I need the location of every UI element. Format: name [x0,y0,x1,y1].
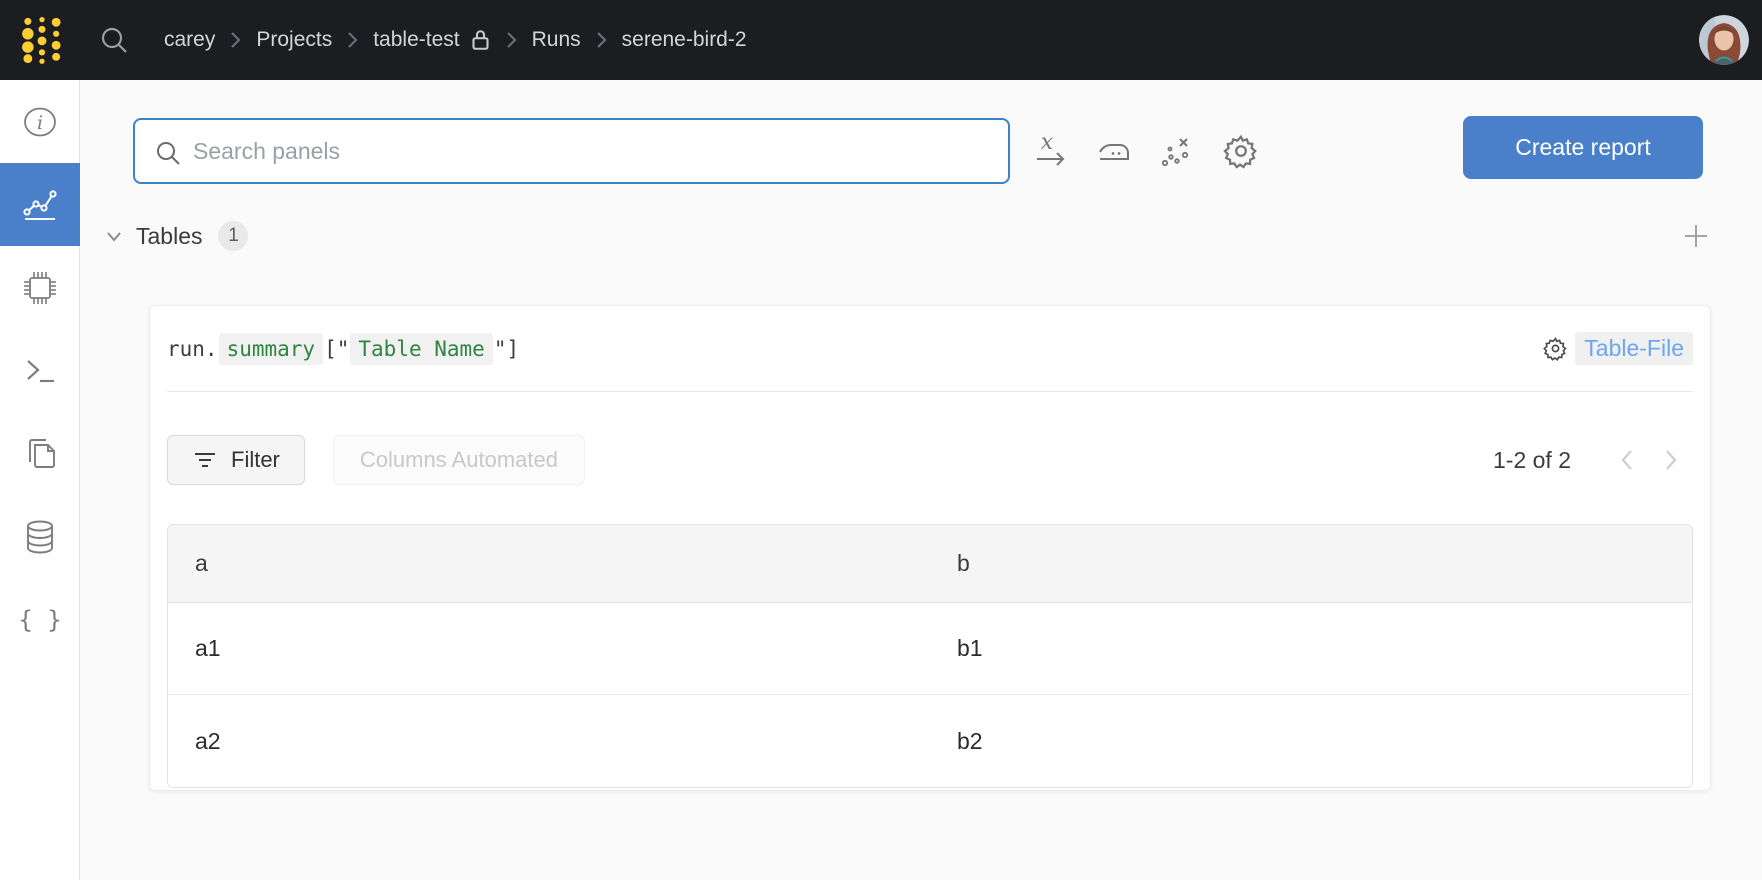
terminal-icon [20,351,60,391]
table-row[interactable]: a2 b2 [168,695,1692,787]
sidebar-item-logs[interactable] [0,329,80,412]
code-open-bracket: [" [324,337,349,361]
outliers-button[interactable] [1155,118,1199,184]
breadcrumb-label: table-test [373,28,459,52]
breadcrumb-projects[interactable]: Projects [256,28,332,52]
chevron-right-icon [1661,447,1681,473]
column-header-a[interactable]: a [168,550,930,577]
chevron-left-icon [1617,447,1637,473]
workspace-main: x Create report [80,80,1762,880]
filter-button[interactable]: Filter [167,435,305,485]
chevron-down-icon [102,224,126,248]
user-avatar[interactable] [1699,15,1749,65]
table-panel-card: run. summary [" Table Name "] Table-File [149,305,1711,791]
column-header-b[interactable]: b [930,550,1692,577]
sidebar-item-overview[interactable]: i [0,80,80,163]
sidebar-item-files[interactable] [0,412,80,495]
search-icon [154,139,182,167]
info-icon: i [20,102,60,142]
smoothing-button[interactable] [1092,118,1136,184]
outliers-icon [1158,132,1196,170]
next-page-button[interactable] [1649,447,1693,473]
sidebar-item-system[interactable] [0,246,80,329]
x-axis-icon: x [1033,131,1071,171]
top-navigation-bar: carey Projects table-test Runs serene-bi… [0,0,1762,80]
table-cell: b2 [930,728,1692,755]
breadcrumb: carey Projects table-test Runs serene-bi… [164,27,747,53]
breadcrumb-label: Runs [532,28,581,52]
breadcrumb-separator-icon [347,30,358,50]
svg-text:{ }: { } [20,606,60,634]
breadcrumb-separator-icon [230,30,241,50]
filter-icon [192,449,218,471]
avatar-photo [1699,15,1749,65]
add-panel-button[interactable] [1681,221,1711,251]
search-icon [98,24,130,56]
run-sidebar: i [0,80,80,880]
panel-key-row: run. summary [" Table Name "] Table-File [167,306,1693,392]
global-search-button[interactable] [92,18,136,62]
code-close-bracket: "] [494,337,519,361]
workspace-settings-button[interactable] [1219,118,1263,184]
table-toolbar: Filter Columns Automated 1-2 of 2 [167,435,1693,485]
plus-icon [1681,221,1711,251]
panel-type-link[interactable]: Table-File [1575,332,1693,365]
table-cell: a2 [168,728,930,755]
code-summary-token: summary [219,333,324,365]
sidebar-item-workspace[interactable] [0,163,80,246]
breadcrumb-label: serene-bird-2 [622,28,747,52]
breadcrumb-entity[interactable]: carey [164,28,215,52]
x-axis-settings-button[interactable]: x [1030,118,1074,184]
gear-icon [1543,336,1568,361]
section-title: Tables [136,223,202,250]
breadcrumb-separator-icon [596,30,607,50]
breadcrumb-label: carey [164,28,215,52]
table-header-row: a b [168,525,1692,603]
search-panels-box [133,118,1010,184]
table-cell: a1 [168,635,930,662]
collapse-section-button[interactable] [102,224,126,248]
create-report-button[interactable]: Create report [1463,116,1703,179]
columns-automated-button[interactable]: Columns Automated [333,435,585,485]
search-panels-input[interactable] [193,122,993,180]
braces-icon: { } [20,600,60,640]
settings-gear-icon [1223,133,1259,169]
code-prefix: run. [167,337,218,361]
smoothing-iron-icon [1095,132,1133,170]
svg-text:i: i [37,112,43,134]
pagination: 1-2 of 2 [1493,447,1693,474]
sidebar-item-artifacts[interactable] [0,495,80,578]
sidebar-item-json[interactable]: { } [0,578,80,661]
wandb-logo[interactable] [0,0,84,80]
breadcrumb-project[interactable]: table-test [373,27,490,53]
breadcrumb-separator-icon [506,30,517,50]
breadcrumb-label: Projects [256,28,332,52]
panel-settings-button[interactable] [1543,336,1568,361]
files-icon [20,434,60,474]
table-row[interactable]: a1 b1 [168,603,1692,695]
svg-text:x: x [1041,131,1054,155]
line-chart-icon [20,185,60,225]
filter-button-label: Filter [231,447,280,473]
database-icon [20,517,60,557]
lock-icon [470,27,491,53]
table-cell: b1 [930,635,1692,662]
breadcrumb-runs[interactable]: Runs [532,28,581,52]
previous-page-button[interactable] [1605,447,1649,473]
section-count-badge: 1 [218,221,248,251]
breadcrumb-run-name[interactable]: serene-bird-2 [622,28,747,52]
wandb-dots-logo-icon [19,15,65,65]
columns-button-label: Columns Automated [360,447,558,473]
code-table-key-token: Table Name [350,333,492,365]
tables-section-header: Tables 1 [102,218,1711,254]
chip-icon [19,267,61,309]
results-table: a b a1 b1 a2 b2 [167,524,1693,788]
page-range-label: 1-2 of 2 [1493,447,1571,474]
